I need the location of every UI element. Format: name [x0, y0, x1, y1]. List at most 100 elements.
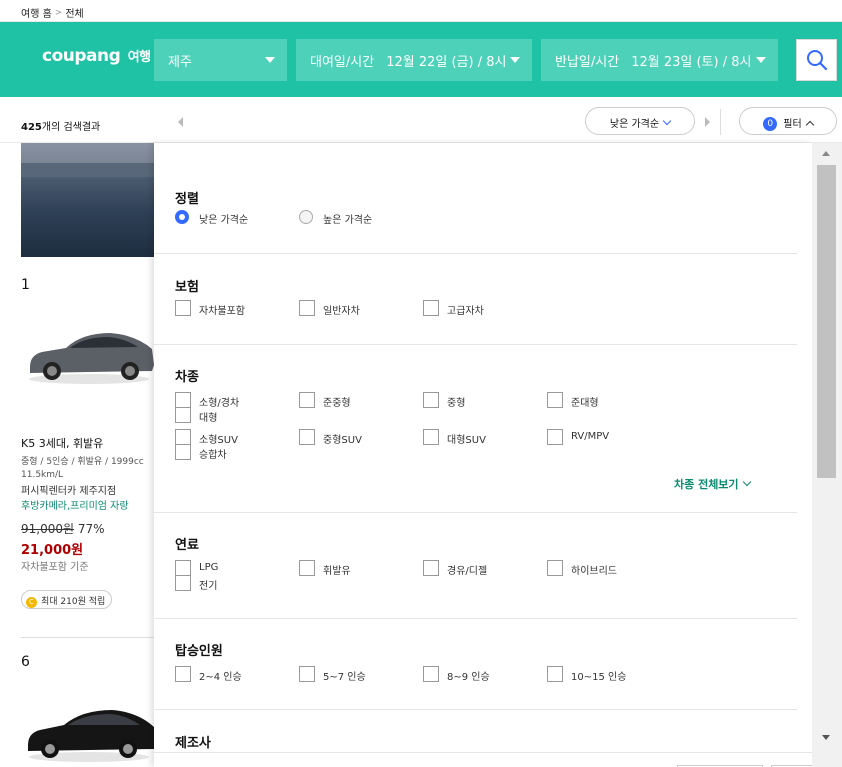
scrollbar-thumb[interactable]	[817, 165, 836, 478]
car-type-option-label: RV/MPV	[571, 431, 610, 442]
checkbox[interactable]	[175, 300, 191, 316]
cashback-badge: C 최대 210원 적립	[21, 590, 113, 609]
checkbox[interactable]	[547, 666, 563, 682]
car-type-option-label: 소형/경차	[199, 398, 240, 409]
checkbox[interactable]	[175, 560, 191, 576]
result-list: 1 K5 3세대, 휘발유 중형 / 5인승 / 휘발유 / 1999cc 11.…	[0, 143, 154, 767]
checkbox[interactable]	[175, 407, 191, 423]
see-all-label: 차종 전체보기	[674, 478, 739, 491]
car-image-gray-sedan[interactable]	[24, 319, 154, 387]
caret-down-icon	[265, 57, 275, 63]
checkbox[interactable]	[175, 575, 191, 591]
seats-option-label: 10~15 인승	[571, 672, 627, 683]
sort-label: 낮은 가격순	[609, 119, 660, 130]
pickup-value: 12월 22일 (금) / 8시	[386, 55, 507, 70]
coupang-travel-logo[interactable]: coupang 여행	[42, 46, 151, 66]
seats-option-label: 8~9 인승	[447, 672, 490, 683]
sort-option-label: 낮은 가격순	[199, 215, 249, 226]
checkbox[interactable]	[299, 560, 315, 576]
section-divider	[154, 512, 797, 513]
car-spec-line2: 11.5km/L	[21, 470, 64, 480]
filter-count-badge: 0	[763, 117, 778, 131]
car-spec: 중형 / 5인승 / 휘발유 / 1999cc 11.5km/L	[21, 456, 154, 482]
car-spec-line1: 중형 / 5인승 / 휘발유 / 1999cc	[21, 457, 144, 467]
car-image-black-sedan[interactable]	[24, 697, 154, 765]
car-type-option-label: 중형SUV	[323, 435, 362, 446]
rental-shop: 퍼시픽렌터카 제주지점	[21, 486, 117, 497]
search-icon	[807, 50, 828, 71]
checkbox[interactable]	[423, 300, 439, 316]
filter-section-title-maker: 제조사	[175, 736, 211, 751]
checkbox[interactable]	[423, 392, 439, 408]
filter-toggle-button[interactable]: 0 필터	[739, 107, 837, 135]
return-datetime-select[interactable]: 반납일/시간 12월 23일 (토) / 8시	[541, 39, 778, 81]
car-type-option-label: 소형SUV	[199, 435, 238, 446]
car-type-option-label: 준중형	[323, 398, 351, 409]
seats-option-label: 2~4 인승	[199, 672, 242, 683]
checkbox[interactable]	[547, 429, 563, 445]
location-select[interactable]: 제주	[154, 39, 287, 81]
breadcrumb-home[interactable]: 여행 홈	[21, 9, 52, 20]
cashback-text: 최대 210원 적립	[41, 597, 106, 607]
chevron-down-icon	[742, 477, 751, 487]
checkbox[interactable]	[547, 560, 563, 576]
return-label: 반납일/시간	[555, 55, 620, 70]
fuel-option-label: LPG	[199, 562, 219, 573]
car-type-option-label: 준대형	[571, 398, 599, 409]
filter-panel-footer	[154, 752, 817, 767]
pickup-datetime-select[interactable]: 대여일/시간 12월 22일 (금) / 8시	[296, 39, 532, 81]
car-title[interactable]: K5 3세대, 휘발유	[21, 435, 103, 451]
radio-checked-icon[interactable]	[175, 210, 189, 224]
result-photo[interactable]	[21, 143, 154, 257]
original-price: 91,000원 77%	[21, 520, 105, 537]
checkbox[interactable]	[299, 666, 315, 682]
discount-rate: 77%	[77, 522, 105, 536]
checkbox[interactable]	[423, 666, 439, 682]
section-divider	[154, 709, 797, 710]
results-toolbar: 425개의 검색결과 낮은 가격순 0 필터	[0, 97, 842, 143]
original-price-value: 91,000원	[21, 522, 75, 536]
price-note: 자차불포함 기준	[21, 562, 89, 573]
radio-unchecked-icon[interactable]	[299, 210, 313, 224]
checkbox[interactable]	[547, 392, 563, 408]
sort-option-label: 높은 가격순	[323, 215, 373, 226]
filter-label: 필터	[783, 119, 802, 130]
section-divider	[154, 618, 797, 619]
coin-icon: C	[26, 597, 37, 608]
scroll-left-arrow-icon[interactable]	[178, 117, 183, 127]
car-type-see-all-link[interactable]: 차종 전체보기	[674, 476, 751, 492]
result-rank: 6	[21, 654, 30, 670]
scroll-up-arrow-icon[interactable]	[822, 151, 830, 156]
caret-down-icon	[756, 57, 766, 63]
result-rank: 1	[21, 277, 30, 293]
filter-section-title-sort: 정렬	[175, 192, 199, 207]
checkbox[interactable]	[423, 429, 439, 445]
scroll-right-arrow-icon[interactable]	[705, 117, 710, 127]
checkbox[interactable]	[299, 392, 315, 408]
fuel-option-label: 경유/디젤	[447, 566, 488, 577]
scroll-down-arrow-icon[interactable]	[822, 735, 830, 740]
insurance-option-label: 자차불포함	[199, 306, 245, 317]
checkbox[interactable]	[175, 392, 191, 408]
caret-down-icon	[510, 57, 520, 63]
filter-section-title-insurance: 보험	[175, 280, 199, 295]
fuel-option-label: 전기	[199, 581, 218, 592]
filter-section-title-car-type: 차종	[175, 370, 199, 385]
section-divider	[154, 253, 797, 254]
result-count-suffix: 개의 검색결과	[41, 122, 101, 133]
insurance-option-label: 고급자차	[447, 306, 484, 317]
search-button[interactable]	[796, 39, 837, 81]
checkbox[interactable]	[175, 666, 191, 682]
checkbox[interactable]	[299, 300, 315, 316]
car-options: 후방카메라,프리미엄 자랑	[21, 501, 129, 512]
car-type-option-label: 대형SUV	[447, 435, 486, 446]
checkbox[interactable]	[175, 444, 191, 460]
checkbox[interactable]	[175, 429, 191, 445]
toolbar-divider	[720, 109, 721, 135]
checkbox[interactable]	[299, 429, 315, 445]
breadcrumb-current[interactable]: 전체	[65, 9, 83, 20]
car-type-option-label: 중형	[447, 398, 466, 409]
checkbox[interactable]	[423, 560, 439, 576]
result-count-number: 425	[21, 122, 42, 133]
sort-dropdown-button[interactable]: 낮은 가격순	[585, 107, 695, 135]
